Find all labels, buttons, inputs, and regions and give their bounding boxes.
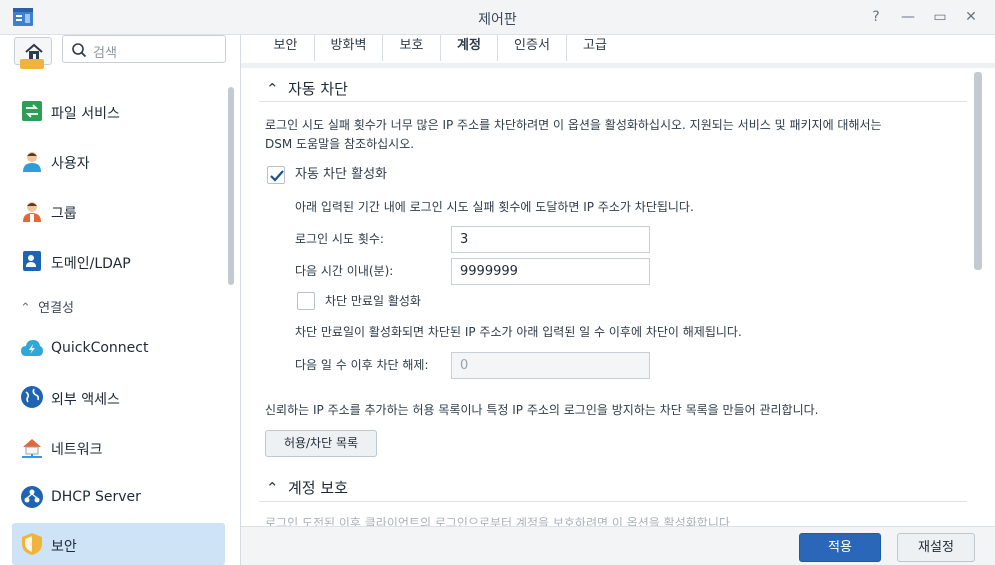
quickconnect-icon [21, 340, 43, 356]
account-protection-description: 로그인 도전된 이후 클라이언트의 로그인으로부터 계정을 보호하려면 이 옵션… [265, 516, 730, 526]
sidebar-item-security[interactable]: 보안 [12, 523, 225, 565]
tab-account[interactable]: 계정 [441, 35, 498, 61]
sidebar-item-label: 보안 [51, 539, 77, 555]
sidebar-scrollbar[interactable] [228, 87, 234, 285]
security-shield-icon [22, 533, 42, 555]
tab-protection[interactable]: 보호 [383, 35, 441, 61]
content-scrollbar[interactable] [974, 72, 982, 270]
help-icon[interactable]: ? [866, 8, 886, 26]
footer-bar: 적용 재설정 [241, 526, 995, 565]
window-title: 제어판 [478, 12, 517, 28]
login-attempts-label: 로그인 시도 횟수: [295, 232, 384, 246]
external-access-icon [21, 386, 43, 408]
section-label: 연결성 [38, 301, 75, 316]
chevron-up-icon: ⌃ [266, 80, 279, 98]
sidebar: 검색 파일 서비스 사용자 그룹 도메인/LDAP ⌃ 연결성 QuickCon… [0, 35, 241, 565]
network-icon [22, 439, 42, 458]
main-content: ⌃ 자동 차단 로그인 시도 실패 횟수가 너무 많은 IP 주소를 차단하려면 … [254, 70, 970, 526]
section-title: 자동 차단 [288, 80, 348, 98]
domain-ldap-icon [23, 251, 41, 271]
enable-block-expiration-label: 차단 만료일 활성화 [325, 294, 421, 308]
search-placeholder: 검색 [93, 46, 117, 61]
sidebar-item-domain-ldap[interactable]: 도메인/LDAP [12, 240, 225, 282]
allow-block-list-description: 신뢰하는 IP 주소를 추가하는 허용 목록이나 특정 IP 주소의 로그인을 … [265, 403, 819, 417]
sidebar-item-label: 사용자 [51, 156, 90, 172]
sidebar-item-label: 파일 서비스 [51, 106, 120, 122]
search-input[interactable]: 검색 [62, 35, 226, 63]
section-header-connectivity[interactable]: ⌃ 연결성 [20, 297, 74, 316]
login-attempts-field[interactable]: 3 [451, 226, 650, 253]
group-icon [23, 202, 41, 222]
unblock-days-label: 다음 일 수 이후 차단 해제: [295, 358, 429, 372]
sidebar-item-label: 그룹 [51, 206, 77, 222]
partially-hidden-item-icon [20, 59, 44, 69]
chevron-up-icon: ⌃ [20, 301, 31, 316]
sidebar-item-group[interactable]: 그룹 [12, 190, 225, 232]
apply-button[interactable]: 적용 [799, 533, 881, 562]
tab-divider [241, 63, 995, 68]
user-icon [23, 152, 41, 172]
sidebar-item-label: 외부 액세스 [51, 392, 120, 408]
sidebar-item-label: 도메인/LDAP [51, 256, 131, 272]
unblock-days-field[interactable]: 0 [451, 352, 650, 379]
file-services-icon [22, 101, 42, 121]
sidebar-item-dhcp-server[interactable]: DHCP Server [12, 476, 225, 518]
tab-security[interactable]: 보안 [257, 35, 315, 61]
tab-certificate[interactable]: 인증서 [498, 35, 567, 61]
close-icon[interactable]: ✕ [961, 8, 981, 26]
within-minutes-label: 다음 시간 이내(분): [295, 264, 394, 278]
tab-firewall[interactable]: 방화벽 [315, 35, 383, 61]
sidebar-item-external-access[interactable]: 외부 액세스 [12, 376, 225, 418]
minimize-icon[interactable]: — [898, 8, 918, 26]
sidebar-item-label: 네트워크 [51, 442, 103, 458]
enable-auto-block-label: 자동 차단 활성화 [295, 167, 387, 182]
maximize-icon[interactable]: ▭ [930, 8, 950, 26]
sidebar-item-quickconnect[interactable]: QuickConnect [12, 327, 225, 369]
sidebar-item-network[interactable]: 네트워크 [12, 426, 225, 468]
reset-button[interactable]: 재설정 [897, 533, 975, 562]
allow-block-list-button[interactable]: 허용/차단 목록 [265, 430, 377, 457]
checkmark-icon [270, 170, 284, 182]
tab-advanced[interactable]: 고급 [567, 35, 623, 61]
within-minutes-field[interactable]: 9999999 [451, 258, 650, 285]
sidebar-item-label: QuickConnect [51, 340, 149, 356]
dhcp-server-icon [21, 486, 43, 508]
section-auto-block-header[interactable]: ⌃ 자동 차단 [266, 78, 348, 99]
sidebar-item-label: DHCP Server [51, 489, 141, 505]
search-icon [72, 43, 87, 58]
enable-auto-block-checkbox[interactable] [267, 166, 285, 184]
section-divider [259, 501, 967, 502]
chevron-up-icon: ⌃ [266, 479, 279, 497]
section-title: 계정 보호 [288, 479, 348, 497]
title-bar: 제어판 ? — ▭ ✕ [0, 0, 995, 35]
section-account-protection-header[interactable]: ⌃ 계정 보호 [266, 477, 348, 498]
auto-block-hint: 아래 입력된 기간 내에 로그인 시도 실패 횟수에 도달하면 IP 주소가 차… [295, 200, 694, 214]
auto-block-description-2: DSM 도움말을 참조하십시오. [265, 137, 415, 151]
enable-block-expiration-checkbox[interactable] [297, 292, 315, 310]
section-divider [259, 101, 967, 102]
sidebar-item-file-services[interactable]: 파일 서비스 [12, 90, 225, 132]
sidebar-item-user[interactable]: 사용자 [12, 140, 225, 182]
block-expiration-hint: 차단 만료일이 활성화되면 차단된 IP 주소가 아래 입력된 일 수 이후에 … [295, 325, 742, 339]
